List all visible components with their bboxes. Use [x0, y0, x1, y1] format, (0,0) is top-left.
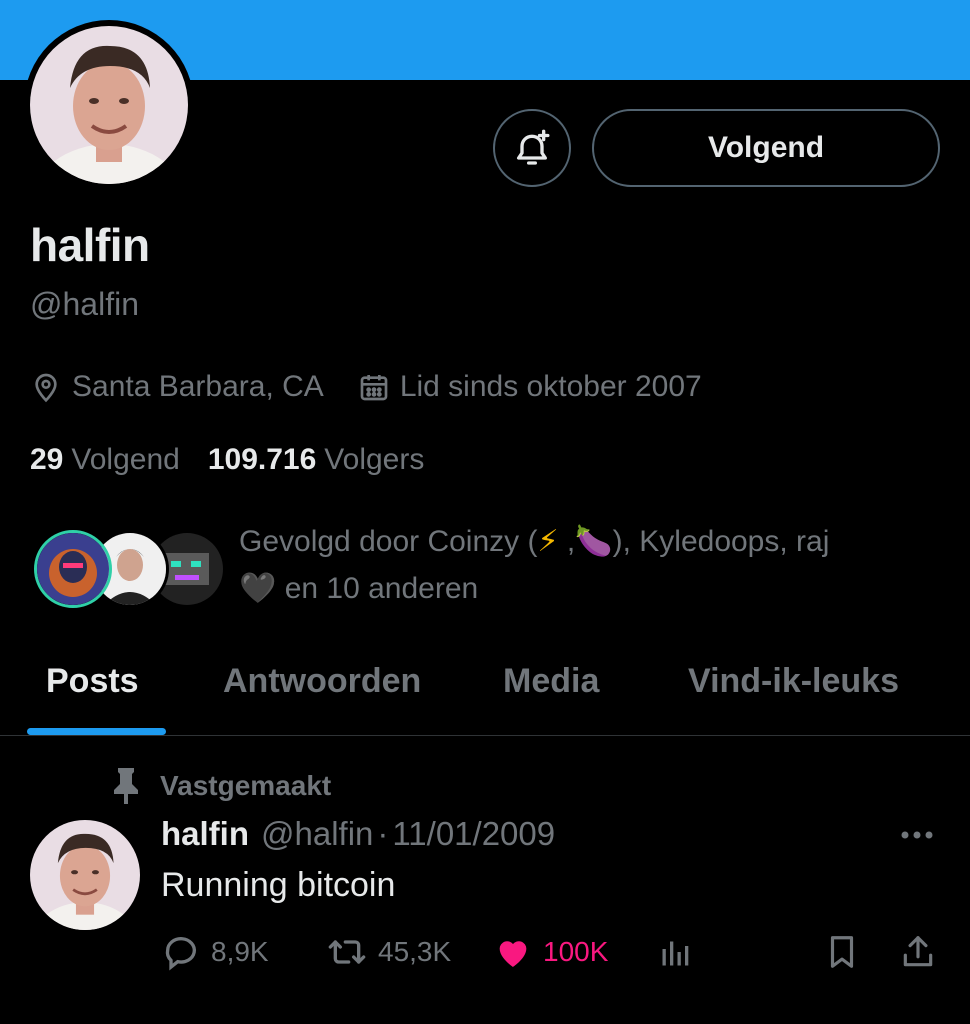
- followed-by-others: en 10 anderen: [284, 572, 479, 605]
- post-text: Running bitcoin: [161, 866, 396, 904]
- following-label: Volgend: [71, 443, 180, 476]
- followed-by-avatars[interactable]: [34, 530, 226, 608]
- repost-button[interactable]: 45,3K: [326, 928, 451, 976]
- analytics-icon: [662, 941, 689, 966]
- calendar-icon: [360, 375, 388, 401]
- pinned-indicator: Vastgemaakt: [112, 768, 331, 804]
- following-count: 29: [30, 443, 64, 476]
- black-heart-emoji: 🖤: [239, 572, 277, 605]
- eggplant-emoji: 🍆: [575, 525, 613, 558]
- tab-replies[interactable]: Antwoorden: [223, 662, 421, 701]
- reply-icon: [165, 937, 196, 971]
- like-count: 100K: [543, 936, 609, 967]
- joined-text: Lid sinds oktober 2007: [399, 370, 702, 403]
- location-pin-icon: [35, 373, 57, 403]
- post-author-name[interactable]: halfin: [161, 815, 249, 853]
- emoji-separator: ,: [566, 525, 576, 558]
- active-tab-indicator: [27, 728, 166, 735]
- profile-meta: Santa Barbara, CA Lid sinds oktober 2007: [30, 370, 736, 404]
- repost-count: 45,3K: [378, 936, 452, 967]
- post-header: halfin @halfin · 11/01/2009: [161, 815, 555, 853]
- followed-by-text[interactable]: Gevolgd door Coinzy (⚡ ,🍆), Kyledoops, r…: [239, 518, 939, 612]
- post-date[interactable]: 11/01/2009: [392, 815, 555, 853]
- share-icon: [903, 936, 933, 967]
- following-button[interactable]: Volgend: [592, 109, 940, 187]
- profile-display-name: halfin: [30, 219, 150, 271]
- tab-media[interactable]: Media: [503, 662, 599, 701]
- pin-icon: [114, 768, 138, 804]
- repost-icon: [328, 940, 366, 964]
- post-author-handle[interactable]: @halfin: [261, 815, 373, 853]
- location-item: Santa Barbara, CA: [30, 370, 324, 404]
- pinned-label: Vastgemaakt: [160, 770, 332, 801]
- notify-button[interactable]: [493, 109, 571, 187]
- post-more-button[interactable]: [897, 820, 937, 855]
- bookmark-button[interactable]: [823, 928, 871, 976]
- lightning-emoji: ⚡: [537, 525, 559, 558]
- more-icon: [901, 831, 933, 839]
- bell-plus-icon: [517, 129, 550, 165]
- like-button[interactable]: 100K: [493, 928, 608, 976]
- analytics-button[interactable]: [658, 928, 704, 976]
- reply-count: 8,9K: [211, 936, 269, 967]
- tab-likes[interactable]: Vind-ik-leuks: [688, 662, 899, 701]
- follow-counts: 29 Volgend 109.716 Volgers: [30, 443, 452, 477]
- profile-avatar[interactable]: [24, 20, 194, 190]
- bookmark-icon: [830, 936, 854, 968]
- followed-by-prefix: Gevolgd door Coinzy (: [239, 525, 538, 558]
- followers-label: Volgers: [324, 443, 425, 476]
- post-actions: 8,9K 45,3K 100K: [161, 928, 951, 976]
- heart-icon: [499, 941, 527, 967]
- following-link[interactable]: 29 Volgend: [30, 443, 180, 477]
- tab-posts[interactable]: Posts: [46, 662, 139, 701]
- followers-link[interactable]: 109.716 Volgers: [208, 443, 425, 477]
- follower-avatar: [34, 530, 112, 608]
- post-date-separator: ·: [377, 815, 389, 852]
- post-author-avatar[interactable]: [30, 820, 140, 930]
- followers-count: 109.716: [207, 443, 317, 476]
- followed-by-names: ), Kyledoops, raj: [612, 525, 830, 558]
- profile-handle: @halfin: [30, 286, 139, 322]
- joined-item: Lid sinds oktober 2007: [358, 370, 702, 404]
- share-button[interactable]: [899, 928, 947, 976]
- reply-button[interactable]: 8,9K: [161, 928, 269, 976]
- profile-tabs: Posts Antwoorden Media Vind-ik-leuks: [0, 650, 970, 736]
- location-text: Santa Barbara, CA: [72, 370, 324, 403]
